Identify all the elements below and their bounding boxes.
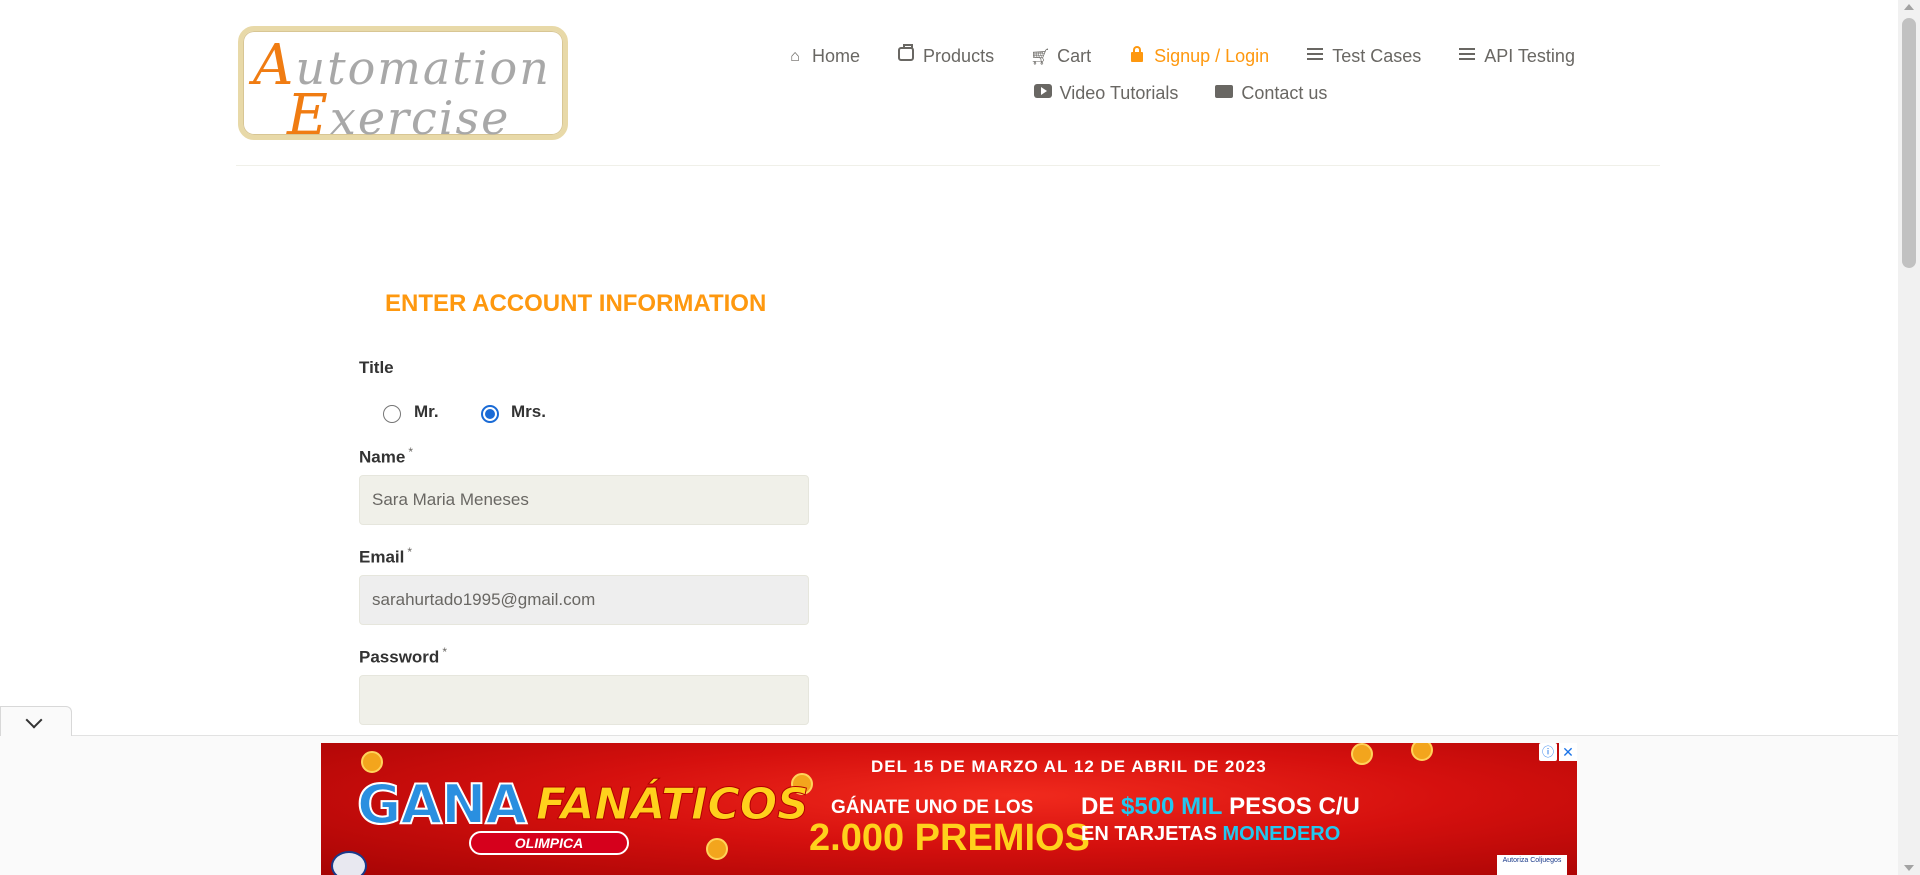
ad-win-line-1: GÁNATE UNO DE LOS	[831, 797, 1034, 818]
ad-dates: DEL 15 DE MARZO AL 12 DE ABRIL DE 2023	[871, 757, 1267, 776]
email-label: Email *	[359, 545, 413, 567]
ad-collapse-button[interactable]	[0, 706, 72, 736]
email-input[interactable]: sarahurtado1995@gmail.com	[359, 575, 809, 625]
nav-row-2: Video Tutorials Contact us	[700, 75, 1660, 112]
ad-badge: Autoriza Coljuegos	[1497, 855, 1567, 875]
ad-olimpica-logo: OLIMPICA	[469, 831, 629, 855]
nav-api-testing[interactable]: API Testing	[1457, 38, 1575, 75]
ad-banner[interactable]: DEL 15 DE MARZO AL 12 DE ABRIL DE 2023 G…	[321, 743, 1577, 875]
nav-home[interactable]: ⌂ Home	[785, 38, 860, 75]
nav-cart[interactable]: 🛒︎ Cart	[1030, 38, 1091, 75]
radio-mr-label[interactable]: Mr.	[414, 402, 439, 422]
ad-prize-line-1: DE $500 MIL PESOS C/U	[1081, 793, 1360, 820]
briefcase-icon	[896, 44, 916, 66]
radio-mr[interactable]	[383, 405, 401, 423]
nav-signup-login[interactable]: Signup / Login	[1127, 38, 1269, 75]
ad-win-line-2: 2.000 PREMIOS	[809, 817, 1090, 859]
header-divider	[236, 165, 1660, 166]
ad-prize-line-2: EN TARJETAS MONEDERO	[1081, 823, 1341, 845]
name-label: Name *	[359, 445, 413, 467]
coin-icon	[361, 751, 383, 773]
list-icon	[1457, 47, 1477, 66]
nav-contact-us[interactable]: Contact us	[1214, 75, 1327, 112]
radio-mrs[interactable]	[481, 405, 499, 423]
nav-row-1: ⌂ Home Products 🛒︎ Cart Signup / Login Tes…	[700, 38, 1660, 75]
scroll-down-icon[interactable]	[1904, 865, 1914, 871]
ad-close-icon[interactable]: ✕	[1559, 743, 1577, 761]
nav-products[interactable]: Products	[896, 38, 994, 75]
ad-info-icon[interactable]: ⓘ	[1539, 743, 1557, 761]
ad-gana: GANA	[356, 772, 528, 837]
coin-icon	[706, 838, 728, 860]
title-label: Title	[359, 358, 394, 377]
nav-test-cases[interactable]: Test Cases	[1305, 38, 1421, 75]
site-logo[interactable]: Automation Exercise	[238, 26, 568, 148]
main-nav: ⌂ Home Products 🛒︎ Cart Signup / Login Tes…	[700, 38, 1660, 112]
name-input[interactable]: Sara Maria Meneses	[359, 475, 809, 525]
nav-video-tutorials[interactable]: Video Tutorials	[1033, 75, 1178, 112]
chevron-down-icon	[25, 711, 43, 729]
coin-icon	[1411, 743, 1433, 761]
password-input[interactable]	[359, 675, 809, 725]
lock-icon	[1127, 45, 1147, 67]
list-icon	[1305, 47, 1325, 66]
form-title: ENTER ACCOUNT INFORMATION	[385, 290, 767, 317]
cart-icon: 🛒︎	[1030, 48, 1051, 66]
page-scrollbar[interactable]	[1898, 0, 1920, 875]
home-icon: ⌂	[790, 47, 800, 65]
scrollbar-thumb[interactable]	[1902, 18, 1916, 268]
youtube-play-icon	[1033, 84, 1053, 103]
coin-icon	[1351, 743, 1373, 765]
ad-seal-icon	[331, 851, 367, 875]
ad-fanaticos: FANÁTICOS	[536, 779, 810, 831]
password-label: Password *	[359, 645, 447, 667]
envelope-icon	[1214, 84, 1234, 103]
radio-mrs-label[interactable]: Mrs.	[511, 402, 546, 422]
logo-line-2: Exercise	[287, 83, 511, 148]
scroll-up-icon[interactable]	[1904, 4, 1914, 10]
